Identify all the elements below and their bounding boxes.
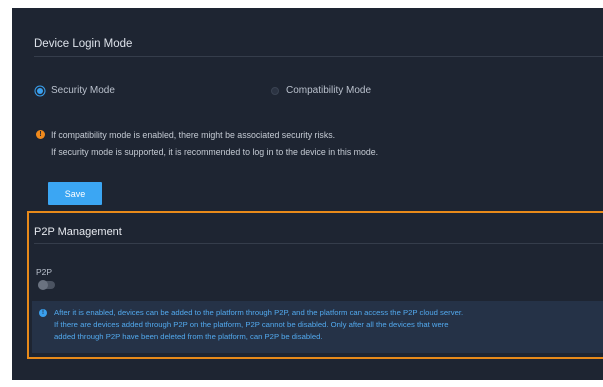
compatibility-mode-label: Compatibility Mode xyxy=(286,85,372,96)
security-mode-label: Security Mode xyxy=(51,85,115,96)
save-button[interactable]: Save xyxy=(48,182,102,205)
p2p-info-box: ! After it is enabled, devices can be ad… xyxy=(32,301,603,353)
warning-line-1: If compatibility mode is enabled, there … xyxy=(51,130,336,140)
p2p-toggle-switch[interactable] xyxy=(38,280,55,290)
p2p-toggle-label: P2P xyxy=(36,267,53,277)
radio-selected-icon xyxy=(37,87,43,94)
security-mode-radio[interactable]: Security Mode xyxy=(36,85,115,96)
warning-line-2: If security mode is supported, it is rec… xyxy=(51,147,379,157)
p2p-management-section: P2P Management P2P ! After it is enabled… xyxy=(27,211,603,359)
radio-unselected-icon xyxy=(271,86,279,95)
p2p-info-line-1: After it is enabled, devices can be adde… xyxy=(54,308,464,317)
p2p-info-line-3: added through P2P have been deleted from… xyxy=(54,332,323,341)
warning-icon: ! xyxy=(36,130,45,139)
security-warning: ! If compatibility mode is enabled, ther… xyxy=(36,127,378,161)
info-icon: ! xyxy=(39,309,47,317)
device-login-mode-title: Device Login Mode xyxy=(34,38,603,57)
p2p-info-line-2: If there are devices added through P2P o… xyxy=(54,320,449,329)
compatibility-mode-radio[interactable]: Compatibility Mode xyxy=(271,85,371,96)
toggle-knob xyxy=(38,280,48,290)
p2p-management-title: P2P Management xyxy=(34,226,603,244)
